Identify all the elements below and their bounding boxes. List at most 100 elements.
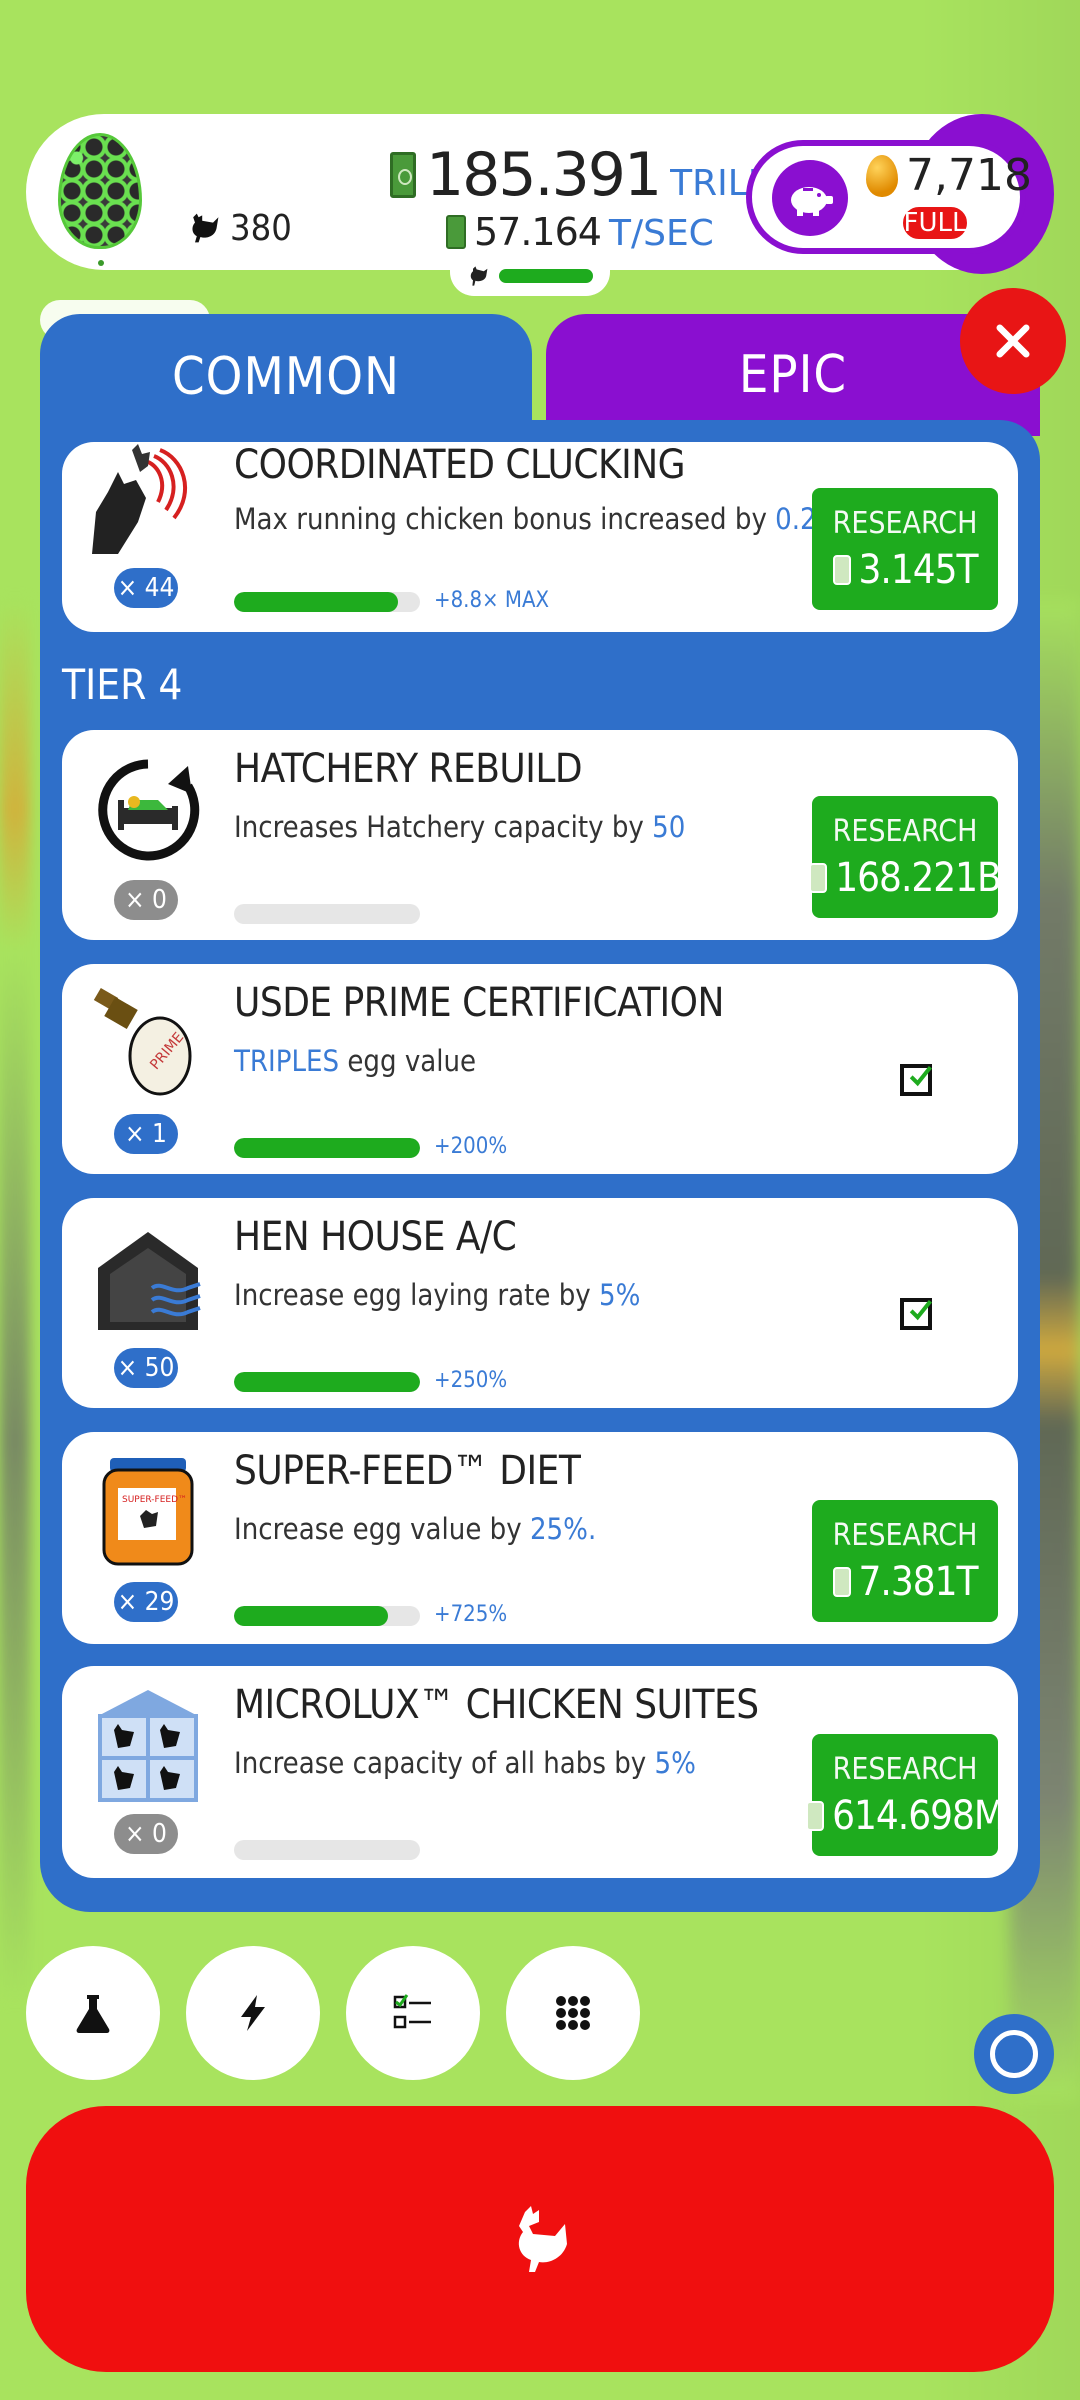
background-blur-left (0, 600, 30, 2000)
full-badge: FULL (900, 204, 970, 242)
tier-label: TIER 4 (62, 660, 183, 709)
research-cost: 168.221B (809, 855, 1002, 901)
research-title: USDE PRIME CERTIFICATION (234, 980, 724, 1026)
egg-indicator-dot (98, 260, 104, 266)
chicken-count: 380 (186, 206, 292, 250)
checkmark-icon (909, 1299, 932, 1321)
research-button[interactable]: RESEARCH 7.381T (812, 1500, 998, 1622)
super-feed-jar-icon: SUPER-FEED™ (88, 1452, 208, 1572)
research-description: Increase egg laying rate by 5% (234, 1278, 641, 1312)
level-badge: × 0 (114, 880, 178, 920)
running-chicken-icon (470, 266, 488, 286)
level-badge: × 29 (114, 1582, 178, 1622)
boosts-button[interactable] (186, 1946, 320, 2080)
research-bonus: +250% (434, 1368, 508, 1393)
prime-egg-stamp-icon: PRIME (88, 984, 208, 1104)
cash-icon (809, 862, 828, 893)
research-progress-bar (234, 904, 420, 924)
camera-toggle-button[interactable] (974, 2014, 1054, 2094)
research-button[interactable]: RESEARCH 614.698M (806, 1734, 1005, 1856)
progress-fill (234, 1372, 420, 1392)
cash-icon (390, 152, 416, 198)
rate-value: 57.164 (474, 210, 602, 254)
research-title: MICROLUX™ CHICKEN SUITES (234, 1682, 759, 1728)
clucking-chicken-icon (88, 442, 208, 562)
research-cost: 7.381T (832, 1559, 978, 1605)
cash-icon (832, 554, 851, 585)
level-badge: × 0 (114, 1814, 178, 1854)
research-bonus: +8.8× MAX (434, 588, 550, 613)
checklist-icon (393, 1994, 431, 2029)
hatchery-rebuild-icon (88, 750, 208, 870)
research-description: Max running chicken bonus increased by 0… (234, 502, 839, 536)
missions-button[interactable] (346, 1946, 480, 2080)
research-button-label: RESEARCH (832, 1751, 978, 1787)
level-badge: × 50 (114, 1348, 178, 1388)
menu-button[interactable] (506, 1946, 640, 2080)
research-description: Increase egg value by 25%. (234, 1512, 597, 1546)
research-card-hen-house-ac: × 50 HEN HOUSE A/C Increase egg laying r… (62, 1198, 1018, 1408)
research-cost: 614.698M (806, 1793, 1005, 1839)
research-progress-bar (234, 1138, 420, 1158)
research-button[interactable]: RESEARCH 3.145T (812, 488, 998, 610)
cash-icon (806, 1800, 825, 1831)
close-button[interactable] (960, 288, 1066, 394)
hatch-chicken-button[interactable] (26, 2106, 1054, 2372)
chicken-count-value: 380 (230, 207, 292, 249)
research-progress-bar (234, 1372, 420, 1392)
level-badge: × 44 (114, 568, 178, 608)
running-chicken-meter (450, 256, 610, 296)
grid-icon (556, 1996, 590, 2030)
ring-icon (990, 2030, 1038, 2078)
research-button[interactable]: RESEARCH 168.221B (809, 796, 1002, 918)
chicken-icon (518, 2206, 567, 2272)
research-progress-bar (234, 1606, 420, 1626)
research-title: SUPER-FEED™ DIET (234, 1448, 581, 1494)
hen-house-ac-icon (88, 1218, 208, 1338)
piggy-bank-icon (791, 187, 833, 216)
research-card-super-feed-diet: SUPER-FEED™ × 29 SUPER-FEED™ DIET Increa… (62, 1432, 1018, 1644)
cash-small-icon (446, 215, 466, 249)
research-progress-bar (234, 592, 420, 612)
money-value: 185.391 (426, 140, 662, 210)
piggy-bank-button[interactable] (772, 160, 848, 236)
checkmark-icon (909, 1065, 932, 1087)
research-button-label: RESEARCH (832, 1517, 978, 1553)
research-title: COORDINATED CLUCKING (234, 442, 686, 488)
research-description: Increase capacity of all habs by 5% (234, 1746, 696, 1780)
research-description: Increases Hatchery capacity by 50 (234, 810, 686, 844)
running-chicken-bar (499, 269, 593, 283)
golden-eggs-count: 7,718 (866, 150, 1032, 201)
research-title: HEN HOUSE A/C (234, 1214, 517, 1260)
progress-fill (234, 1138, 420, 1158)
research-card-usde-prime: PRIME × 1 USDE PRIME CERTIFICATION TRIPL… (62, 964, 1018, 1174)
research-bonus: +200% (434, 1134, 508, 1159)
golden-egg-icon (866, 154, 898, 197)
chicken-suites-icon (88, 1686, 208, 1806)
research-card-hatchery-rebuild: × 0 HATCHERY REBUILD Increases Hatchery … (62, 730, 1018, 940)
research-description: TRIPLES egg value (234, 1044, 477, 1078)
completed-checkbox (900, 1298, 932, 1330)
lightning-icon (241, 1995, 265, 2031)
rate-unit: T/SEC (608, 213, 714, 254)
research-button-label: RESEARCH (832, 505, 978, 541)
progress-fill (234, 592, 398, 612)
research-title: HATCHERY REBUILD (234, 746, 583, 792)
chicken-icon (192, 213, 219, 243)
close-icon (996, 324, 1030, 358)
current-egg-button[interactable] (30, 116, 170, 266)
level-badge: × 1 (114, 1114, 178, 1154)
flask-icon (76, 1995, 110, 2033)
research-card-microlux-chicken-suites: × 0 MICROLUX™ CHICKEN SUITES Increase ca… (62, 1666, 1018, 1878)
cash-icon (832, 1566, 851, 1597)
golden-eggs-value: 7,718 (906, 150, 1032, 201)
egg-icon (58, 133, 142, 249)
research-cost: 3.145T (832, 547, 978, 593)
research-card-coordinated-clucking: × 44 COORDINATED CLUCKING Max running ch… (62, 442, 1018, 632)
research-lab-button[interactable] (26, 1946, 160, 2080)
research-progress-bar (234, 1840, 420, 1860)
completed-checkbox (900, 1064, 932, 1096)
research-button-label: RESEARCH (832, 813, 978, 849)
research-bonus: +725% (434, 1602, 508, 1627)
svg-text:SUPER-FEED™: SUPER-FEED™ (122, 1495, 187, 1505)
